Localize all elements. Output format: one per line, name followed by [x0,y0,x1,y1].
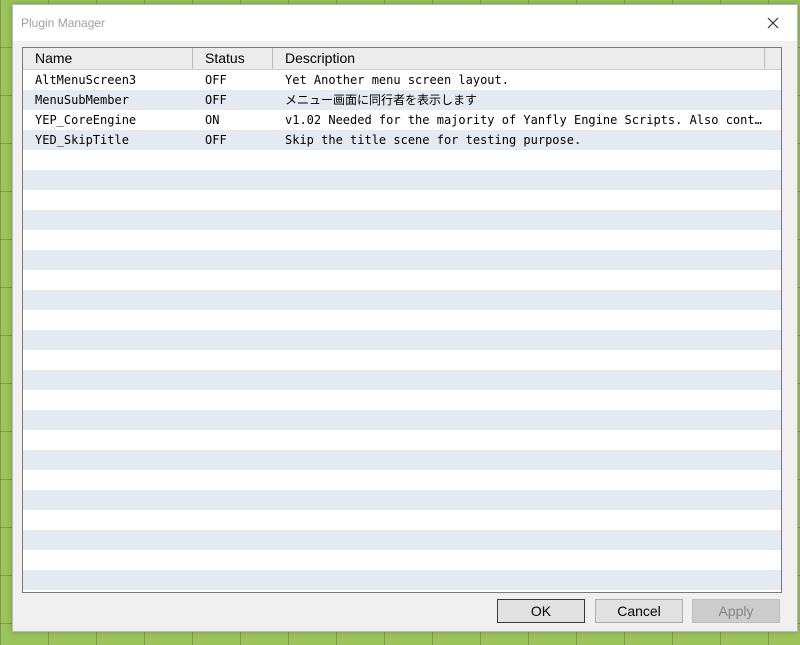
plugin-description: v1.02 Needed for the majority of Yanfly … [285,113,765,127]
plugin-description: Yet Another menu screen layout. [285,73,509,87]
plugin-table: Name Status Description AltMenuScreen3 O… [22,47,782,593]
title-bar: Plugin Manager [13,5,797,41]
window-title: Plugin Manager [21,16,106,30]
plugin-name: YEP_CoreEngine [35,113,137,127]
ok-button[interactable]: OK [497,599,585,623]
column-header-status[interactable]: Status [193,48,273,69]
column-header-description[interactable]: Description [273,48,765,69]
plugin-manager-dialog: Plugin Manager Name Status Description A… [12,4,798,632]
apply-button[interactable]: Apply [692,599,780,623]
table-row[interactable]: YEP_CoreEngine ON v1.02 Needed for the m… [23,110,781,130]
column-header-name[interactable]: Name [23,48,193,69]
plugin-status: ON [205,113,220,127]
plugin-status: OFF [205,93,227,107]
table-row[interactable]: AltMenuScreen3 OFF Yet Another menu scre… [23,70,781,90]
plugin-description: メニュー画面に同行者を表示します [285,93,478,107]
table-header: Name Status Description [23,48,781,70]
plugin-name: AltMenuScreen3 [35,73,137,87]
plugin-name: MenuSubMember [35,93,129,107]
plugin-status: OFF [205,133,227,147]
close-icon[interactable] [763,13,783,33]
plugin-status: OFF [205,73,227,87]
table-row[interactable]: YED_SkipTitle OFF Skip the title scene f… [23,130,781,150]
plugin-description: Skip the title scene for testing purpose… [285,133,582,147]
plugin-name: YED_SkipTitle [35,133,129,147]
cancel-button[interactable]: Cancel [595,599,683,623]
table-body[interactable]: AltMenuScreen3 OFF Yet Another menu scre… [23,70,781,592]
table-row[interactable]: MenuSubMember OFF メニュー画面に同行者を表示します [23,90,781,110]
